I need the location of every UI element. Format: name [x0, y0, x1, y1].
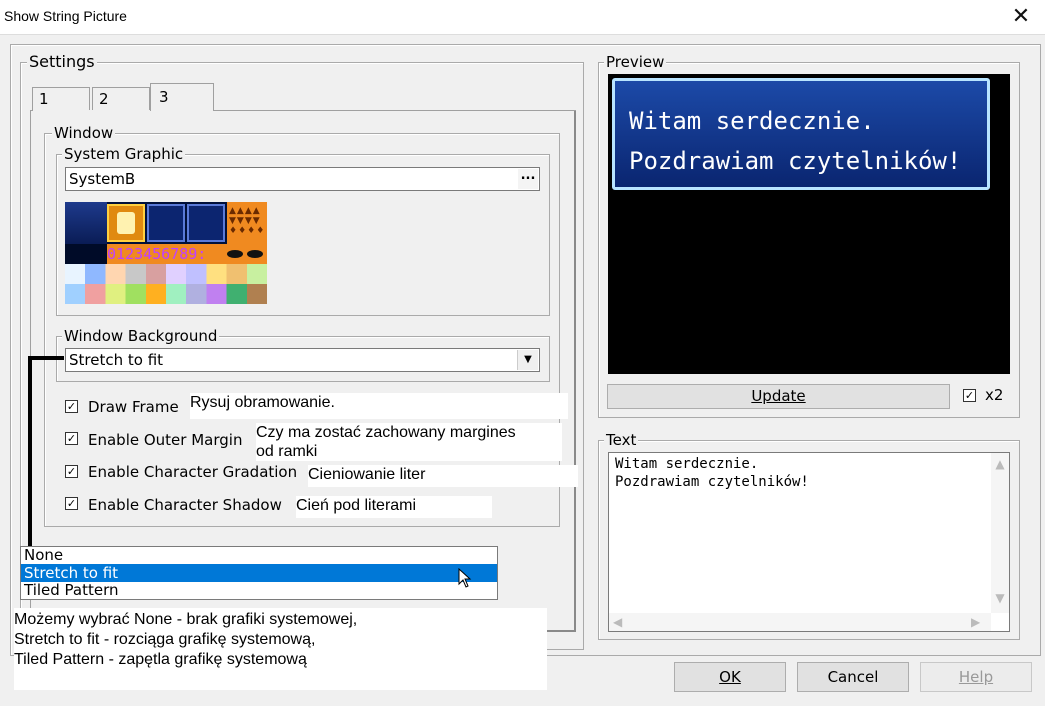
window-frame-tile — [147, 204, 185, 242]
text-line2: Pozdrawiam czytelników! — [615, 474, 809, 490]
cancel-button[interactable]: Cancel — [797, 662, 909, 692]
preview-line2: Pozdrawiam czytelników! — [629, 147, 962, 175]
ok-button[interactable]: OK — [674, 662, 786, 692]
dropdown-option-none[interactable]: None — [24, 547, 494, 564]
annotation-line-horizontal — [28, 356, 64, 360]
system-graphic-field[interactable]: SystemB — [65, 167, 540, 191]
chevron-down-icon[interactable]: ▼ — [517, 350, 538, 370]
draw-frame-checkbox[interactable]: ✓ — [65, 400, 78, 413]
close-button[interactable]: ✕ — [1008, 2, 1034, 32]
note-dropdown-line3: Tiled Pattern - zapętla grafikę systemow… — [14, 651, 307, 668]
window-background-select[interactable]: Stretch to fit — [65, 348, 540, 372]
gradation-label: Enable Character Gradation — [88, 463, 298, 481]
tab-3[interactable]: 3 — [150, 83, 214, 111]
note-dropdown-line1: Możemy wybrać None - brak grafiki system… — [14, 611, 358, 628]
note-draw-frame: Rysuj obramowanie. — [190, 393, 568, 419]
dropdown-option-stretch[interactable]: Stretch to fit — [21, 564, 497, 582]
note-gradation: Cieniowanie liter — [308, 465, 578, 487]
tab-2[interactable]: 2 — [92, 87, 150, 110]
window-background-legend: Window Background — [62, 327, 220, 345]
arrow-glyphs-tile: ▲▲▲▲ ▼▼▼▼ ♦♦♦♦ — [227, 202, 267, 244]
digits-strip: 0123456789: — [107, 244, 267, 264]
note-outer-margin-line1: Czy ma zostać zachowany margines — [256, 424, 516, 441]
x2-label: x2 — [985, 386, 1004, 404]
outer-margin-checkbox[interactable]: ✓ — [65, 432, 78, 445]
annotation-line-vertical — [28, 356, 32, 546]
text-editor[interactable]: Witam serdecznie. Pozdrawiam czytelników… — [608, 452, 1010, 632]
window-skin-tile — [65, 202, 107, 244]
note-dropdown-line2: Stretch to fit - rozciąga grafikę system… — [14, 631, 316, 648]
mouse-cursor-icon — [458, 567, 472, 592]
x2-checkbox[interactable]: ✓ — [963, 389, 976, 402]
tab-1[interactable]: 1 — [32, 87, 90, 110]
update-button[interactable]: Update — [607, 384, 950, 409]
note-outer-margin: Czy ma zostać zachowany margines od ramk… — [256, 423, 562, 461]
preview-canvas: Witam serdecznie. Pozdrawiam czytelników… — [608, 74, 1010, 374]
scroll-down-icon[interactable]: ▼ — [991, 591, 1009, 605]
system-graphic-legend: System Graphic — [62, 145, 186, 163]
title-divider — [0, 34, 1045, 35]
help-button[interactable]: Help — [920, 662, 1032, 692]
text-line1: Witam serdecznie. — [615, 456, 759, 472]
scroll-right-icon[interactable]: ▶ — [971, 615, 980, 629]
window-legend: Window — [52, 124, 116, 142]
digits-text: 0123456789: — [107, 245, 207, 263]
palette-grid — [65, 264, 267, 304]
text-vertical-scrollbar[interactable]: ▲ ▼ — [991, 453, 1009, 613]
note-dropdown-options: Możemy wybrać None - brak grafiki system… — [14, 608, 547, 690]
dropdown-option-tiled[interactable]: Tiled Pattern — [24, 582, 494, 599]
shadow-label: Enable Character Shadow — [88, 496, 282, 514]
scroll-up-icon[interactable]: ▲ — [991, 457, 1009, 471]
gradation-checkbox[interactable]: ✓ — [65, 465, 78, 478]
text-horizontal-scrollbar[interactable]: ◀ ▶ — [609, 613, 991, 631]
system-graphic-preview: ▲▲▲▲ ▼▼▼▼ ♦♦♦♦ 0123456789: — [65, 202, 267, 304]
scroll-left-icon[interactable]: ◀ — [613, 615, 622, 629]
preview-message-window: Witam serdecznie. Pozdrawiam czytelników… — [612, 78, 990, 190]
window-title: Show String Picture — [4, 8, 127, 24]
shadow-checkbox[interactable]: ✓ — [65, 497, 78, 510]
note-shadow: Cień pod literami — [296, 496, 492, 518]
tab-page-top-border — [214, 110, 576, 111]
draw-frame-label: Draw Frame — [88, 398, 179, 416]
preview-legend: Preview — [604, 53, 667, 71]
window-frame-tile-2 — [187, 204, 225, 242]
note-outer-margin-line2: od ramki — [256, 443, 318, 460]
shadow-tile — [65, 244, 107, 264]
title-bar — [0, 0, 1045, 34]
preview-line1: Witam serdecznie. — [629, 107, 875, 135]
cursor-tile — [107, 204, 145, 242]
settings-legend: Settings — [27, 52, 97, 71]
browse-button[interactable]: ... — [518, 169, 538, 189]
outer-margin-label: Enable Outer Margin — [88, 431, 243, 449]
tab-page-left-edge — [30, 110, 33, 111]
text-legend: Text — [604, 431, 639, 449]
